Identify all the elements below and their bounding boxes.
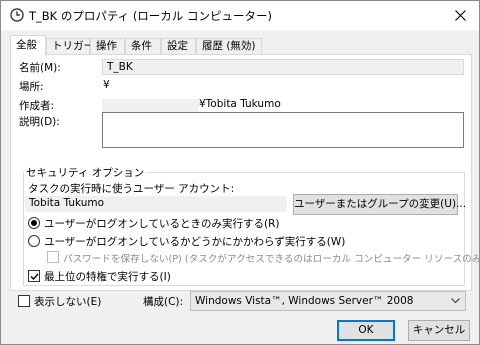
checkmark-icon: [30, 273, 39, 281]
radio-run-whether-logged-on-label[interactable]: ユーザーがログオンしているかどうかにかかわらず実行する(W): [44, 234, 345, 249]
radio-run-whether-logged-on[interactable]: [28, 235, 40, 247]
highest-privileges-checkbox[interactable]: [28, 270, 40, 282]
title-bar: T_BK のプロパティ (ローカル コンピューター): [1, 1, 479, 30]
close-button[interactable]: [441, 1, 479, 30]
tab-actions[interactable]: 操作: [90, 38, 125, 55]
ok-button[interactable]: OK: [337, 320, 395, 341]
name-field[interactable]: T_BK: [102, 59, 464, 75]
account-value: Tobita Tukumo: [25, 196, 287, 212]
window-title: T_BK のプロパティ (ローカル コンピューター): [29, 9, 272, 23]
general-tab-panel: 名前(M): T_BK 場所: ¥ 作成者: ¥Tobita Tukumo 説明…: [10, 54, 480, 291]
clock-icon: [10, 8, 24, 22]
tab-general[interactable]: 全般: [10, 35, 46, 56]
close-icon: [454, 10, 466, 21]
author-label: 作成者:: [19, 100, 55, 112]
no-store-password-label: パスワードを保存しない(P) (タスクがアクセスできるのはローカル コンピュータ…: [63, 254, 480, 265]
location-label: 場所:: [19, 81, 44, 93]
hidden-checkbox[interactable]: [18, 295, 30, 307]
hidden-label[interactable]: 表示しない(E): [34, 294, 101, 309]
description-textarea[interactable]: [102, 112, 464, 148]
location-value: ¥: [103, 79, 110, 91]
cancel-button[interactable]: キャンセル: [408, 320, 470, 341]
author-value: ¥Tobita Tukumo: [199, 98, 281, 110]
name-label: 名前(M):: [19, 62, 61, 74]
author-redacted-block: [102, 99, 199, 112]
tab-triggers[interactable]: トリガー: [46, 38, 94, 55]
properties-dialog: T_BK のプロパティ (ローカル コンピューター) 全般 トリガー 操作 条件…: [0, 0, 480, 345]
radio-logged-on-only[interactable]: [28, 217, 40, 229]
change-user-button[interactable]: ユーザーまたはグループの変更(U)...: [293, 194, 466, 215]
chevron-down-icon: [451, 298, 460, 304]
configure-value: Windows Vista™, Windows Server™ 2008: [195, 295, 414, 307]
no-store-password-checkbox[interactable]: [47, 251, 59, 263]
account-label: タスクの実行時に使うユーザー アカウント:: [28, 183, 235, 195]
configure-dropdown[interactable]: Windows Vista™, Windows Server™ 2008: [190, 291, 466, 311]
tab-conditions[interactable]: 条件: [125, 38, 161, 55]
highest-privileges-label[interactable]: 最上位の特権で実行する(I): [44, 269, 171, 284]
tab-history[interactable]: 履歴 (無効): [196, 38, 262, 55]
configure-label: 構成(C):: [143, 296, 184, 308]
description-label: 説明(D):: [19, 116, 60, 128]
tab-settings[interactable]: 設定: [161, 38, 196, 55]
radio-logged-on-only-label[interactable]: ユーザーがログオンしているときのみ実行する(R): [44, 216, 279, 231]
security-options-title: セキュリティ オプション: [24, 165, 147, 180]
